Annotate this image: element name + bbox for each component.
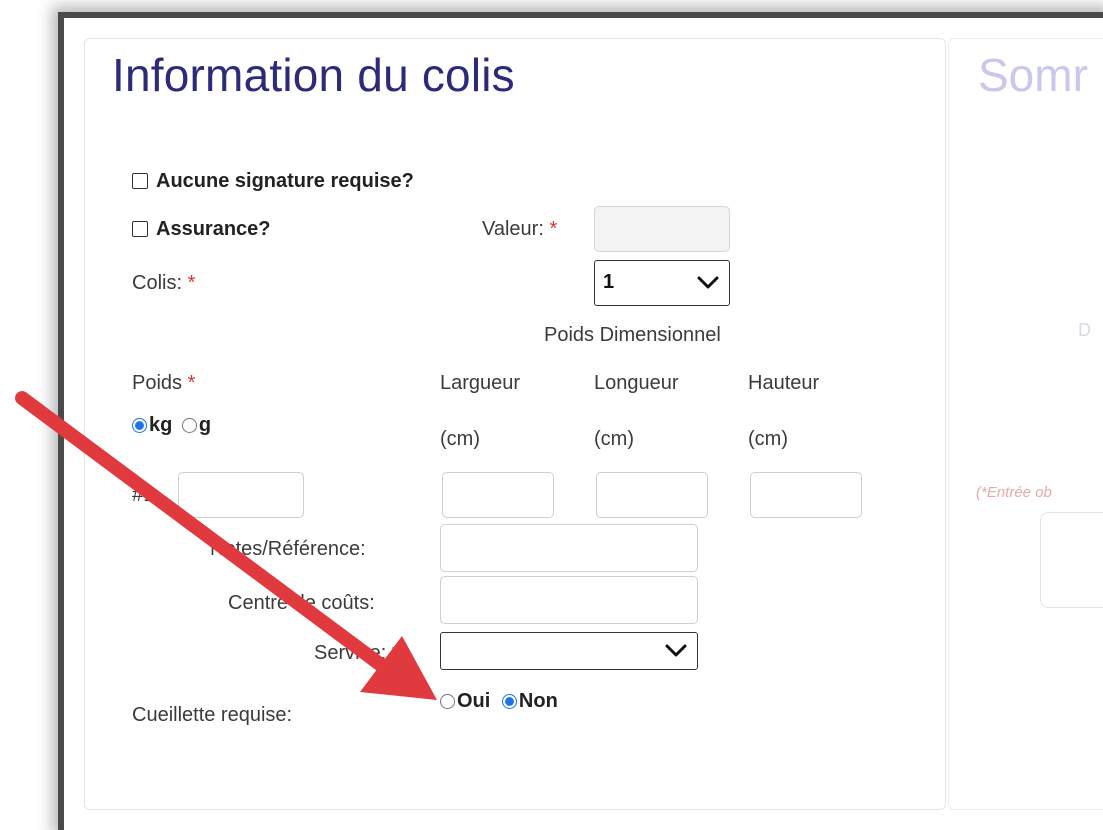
- packages-select[interactable]: 1: [594, 260, 730, 306]
- summary-card: [948, 38, 1103, 810]
- height-label: Hauteur: [748, 372, 820, 394]
- length-input[interactable]: [596, 472, 708, 518]
- dimensional-weight-label: Poids Dimensionnel: [544, 324, 721, 346]
- insurance-option[interactable]: Assurance?: [132, 218, 271, 241]
- summary-required-note: (*Entrée ob: [976, 484, 1052, 501]
- pickup-label: Cueillette requise:: [132, 704, 293, 726]
- height-input[interactable]: [750, 472, 862, 518]
- summary-faded-label: D: [1078, 320, 1091, 340]
- weight-label: Poids: [132, 372, 183, 394]
- notes-label: Notes/Référence:: [210, 538, 366, 560]
- value-label-row: Valeur: *: [482, 218, 557, 241]
- pickup-yes-label: Oui: [457, 690, 491, 712]
- weight-label-row: Poids *: [132, 372, 195, 395]
- pickup-no-radio[interactable]: [501, 694, 517, 709]
- packages-select-value: 1: [603, 271, 615, 293]
- service-label: Service:: [314, 642, 387, 664]
- no-signature-label: Aucune signature requise?: [156, 170, 414, 192]
- weight-unit-g-radio[interactable]: [181, 418, 197, 433]
- insurance-value-input[interactable]: [594, 206, 730, 252]
- no-signature-checkbox[interactable]: [132, 173, 148, 189]
- width-label: Largueur: [440, 372, 521, 394]
- weight-unit-kg-label: kg: [149, 414, 173, 436]
- value-label: Valeur:: [482, 218, 544, 240]
- package-row-number: #1:: [132, 484, 160, 506]
- pickup-no-label: Non: [518, 690, 558, 712]
- pickup-radio-group: Oui Non: [440, 690, 558, 713]
- notes-input[interactable]: [440, 524, 698, 572]
- summary-title: Somr: [978, 49, 1088, 101]
- pickup-yes-radio[interactable]: [440, 694, 455, 709]
- page-title: Information du colis: [112, 49, 515, 101]
- packages-required-mark: *: [187, 272, 196, 294]
- weight-unit-kg-radio[interactable]: [132, 418, 147, 433]
- cost-center-label: Centre de coûts:: [228, 592, 375, 614]
- chevron-down-icon: [697, 276, 719, 289]
- no-signature-option[interactable]: Aucune signature requise?: [132, 170, 414, 193]
- insurance-checkbox[interactable]: [132, 221, 148, 237]
- weight-unit-group: kg g: [132, 414, 211, 437]
- packages-label-row: Colis: *: [132, 272, 195, 295]
- summary-box: [1040, 512, 1103, 608]
- service-required-mark: *: [391, 642, 400, 664]
- service-label-row: Service: *: [314, 642, 400, 665]
- length-unit: (cm): [594, 428, 634, 450]
- insurance-label: Assurance?: [156, 218, 271, 240]
- chevron-down-icon: [665, 644, 687, 657]
- weight-required-mark: *: [187, 372, 196, 394]
- width-input[interactable]: [442, 472, 554, 518]
- width-unit: (cm): [440, 428, 480, 450]
- value-required-mark: *: [549, 218, 558, 240]
- weight-input[interactable]: [178, 472, 304, 518]
- weight-unit-g-label: g: [198, 414, 212, 436]
- length-label: Longueur: [594, 372, 679, 394]
- packages-label: Colis:: [132, 272, 183, 294]
- height-unit: (cm): [748, 428, 788, 450]
- service-select[interactable]: [440, 632, 698, 670]
- cost-center-input[interactable]: [440, 576, 698, 624]
